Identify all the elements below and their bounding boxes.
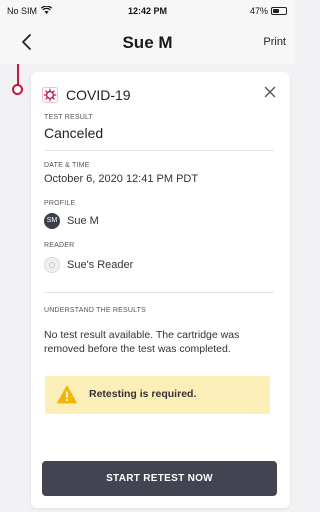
warning-triangle-icon — [57, 385, 77, 404]
reader-label: READER — [44, 242, 75, 249]
battery-fill — [273, 9, 279, 13]
page-title: Sue M — [122, 33, 173, 52]
date-time-label: DATE & TIME — [44, 162, 90, 169]
start-retest-button[interactable]: START RETEST NOW — [42, 461, 277, 496]
battery-percent: 47% — [249, 6, 268, 16]
timeline-line — [17, 64, 19, 86]
result-explanation: No test result available. The cartridge … — [44, 329, 240, 355]
divider — [44, 292, 274, 293]
profile-name: Sue M — [67, 215, 99, 227]
date-time-value: October 6, 2020 12:41 PM PDT — [44, 173, 199, 185]
timeline-dot — [12, 84, 23, 95]
warning-text: Retesting is required. — [89, 388, 197, 400]
reader-icon-inner — [49, 262, 55, 268]
nav-bar: Sue M Print — [0, 22, 295, 64]
test-name: COVID-19 — [66, 87, 131, 103]
test-result-label: TEST RESULT — [44, 114, 94, 121]
test-result-value: Canceled — [44, 125, 104, 141]
status-right: 47% — [250, 6, 287, 16]
divider — [44, 150, 274, 151]
warning-banner: Retesting is required. — [45, 376, 270, 414]
reader-name: Sue's Reader — [67, 259, 134, 271]
card-header: COVID-19 — [42, 84, 280, 106]
reader-icon — [44, 257, 60, 273]
status-bar: No SIM 12:42 PM 47% — [0, 0, 295, 22]
print-button[interactable]: Print — [263, 36, 286, 48]
profile-label: PROFILE — [44, 200, 76, 207]
avatar: SM — [44, 213, 60, 229]
chevron-left-icon[interactable] — [16, 30, 40, 54]
close-icon[interactable] — [262, 84, 278, 100]
result-card: COVID-19 TEST RESULT Canceled DATE & TIM… — [31, 72, 290, 508]
covid-virus-icon — [42, 87, 58, 103]
battery-icon — [271, 7, 287, 15]
understand-label: UNDERSTAND THE RESULTS — [44, 307, 147, 314]
